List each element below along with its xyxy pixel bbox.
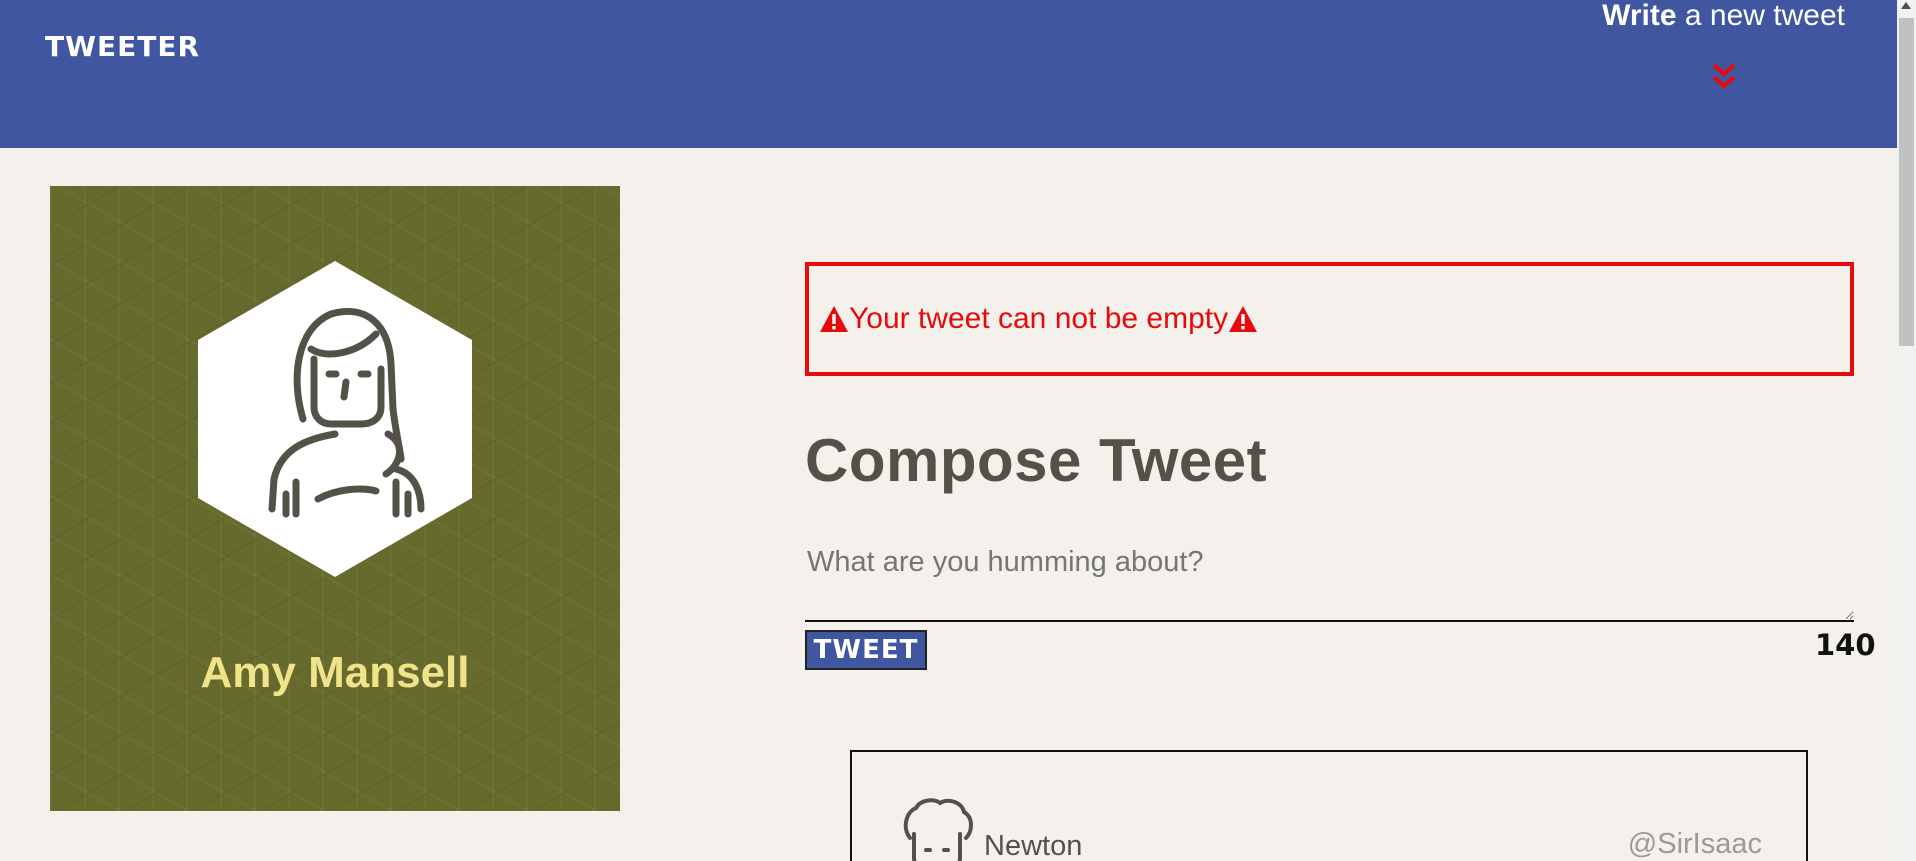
character-counter: 140 [1815, 628, 1876, 662]
brand-logo[interactable]: TWEETER [45, 30, 200, 63]
write-bold-text: Write [1602, 0, 1677, 32]
scroll-up-arrow-icon[interactable] [1901, 2, 1911, 9]
warning-icon [820, 306, 848, 332]
double-chevron-down-icon[interactable] [1711, 62, 1737, 90]
woman-avatar-icon [198, 261, 472, 577]
tweet-input[interactable] [805, 540, 1854, 622]
tweet-card: Newton @SirIsaac [850, 750, 1808, 861]
scrollbar-thumb[interactable] [1899, 18, 1914, 346]
error-message: Your tweet can not be empty [805, 262, 1854, 376]
write-new-tweet-label[interactable]: Write a new tweet [1602, 0, 1845, 32]
error-text: Your tweet can not be empty [849, 302, 1229, 335]
tweet-button[interactable]: TWEET [805, 630, 927, 670]
tweet-author-handle: @SirIsaac [1627, 828, 1762, 860]
profile-name: Amy Mansell [200, 648, 470, 697]
profile-card: Amy Mansell [50, 186, 620, 811]
write-new-tweet-toggle[interactable]: Write a new tweet [1602, 0, 1845, 90]
man-avatar-icon [903, 798, 973, 861]
tweet-author-name: Newton [984, 830, 1083, 861]
navbar: TWEETER Write a new tweet [0, 0, 1897, 148]
compose-title: Compose Tweet [805, 427, 1268, 494]
page-scrollbar[interactable] [1897, 0, 1916, 861]
write-rest-text: a new tweet [1676, 0, 1845, 32]
warning-icon [1229, 306, 1258, 332]
